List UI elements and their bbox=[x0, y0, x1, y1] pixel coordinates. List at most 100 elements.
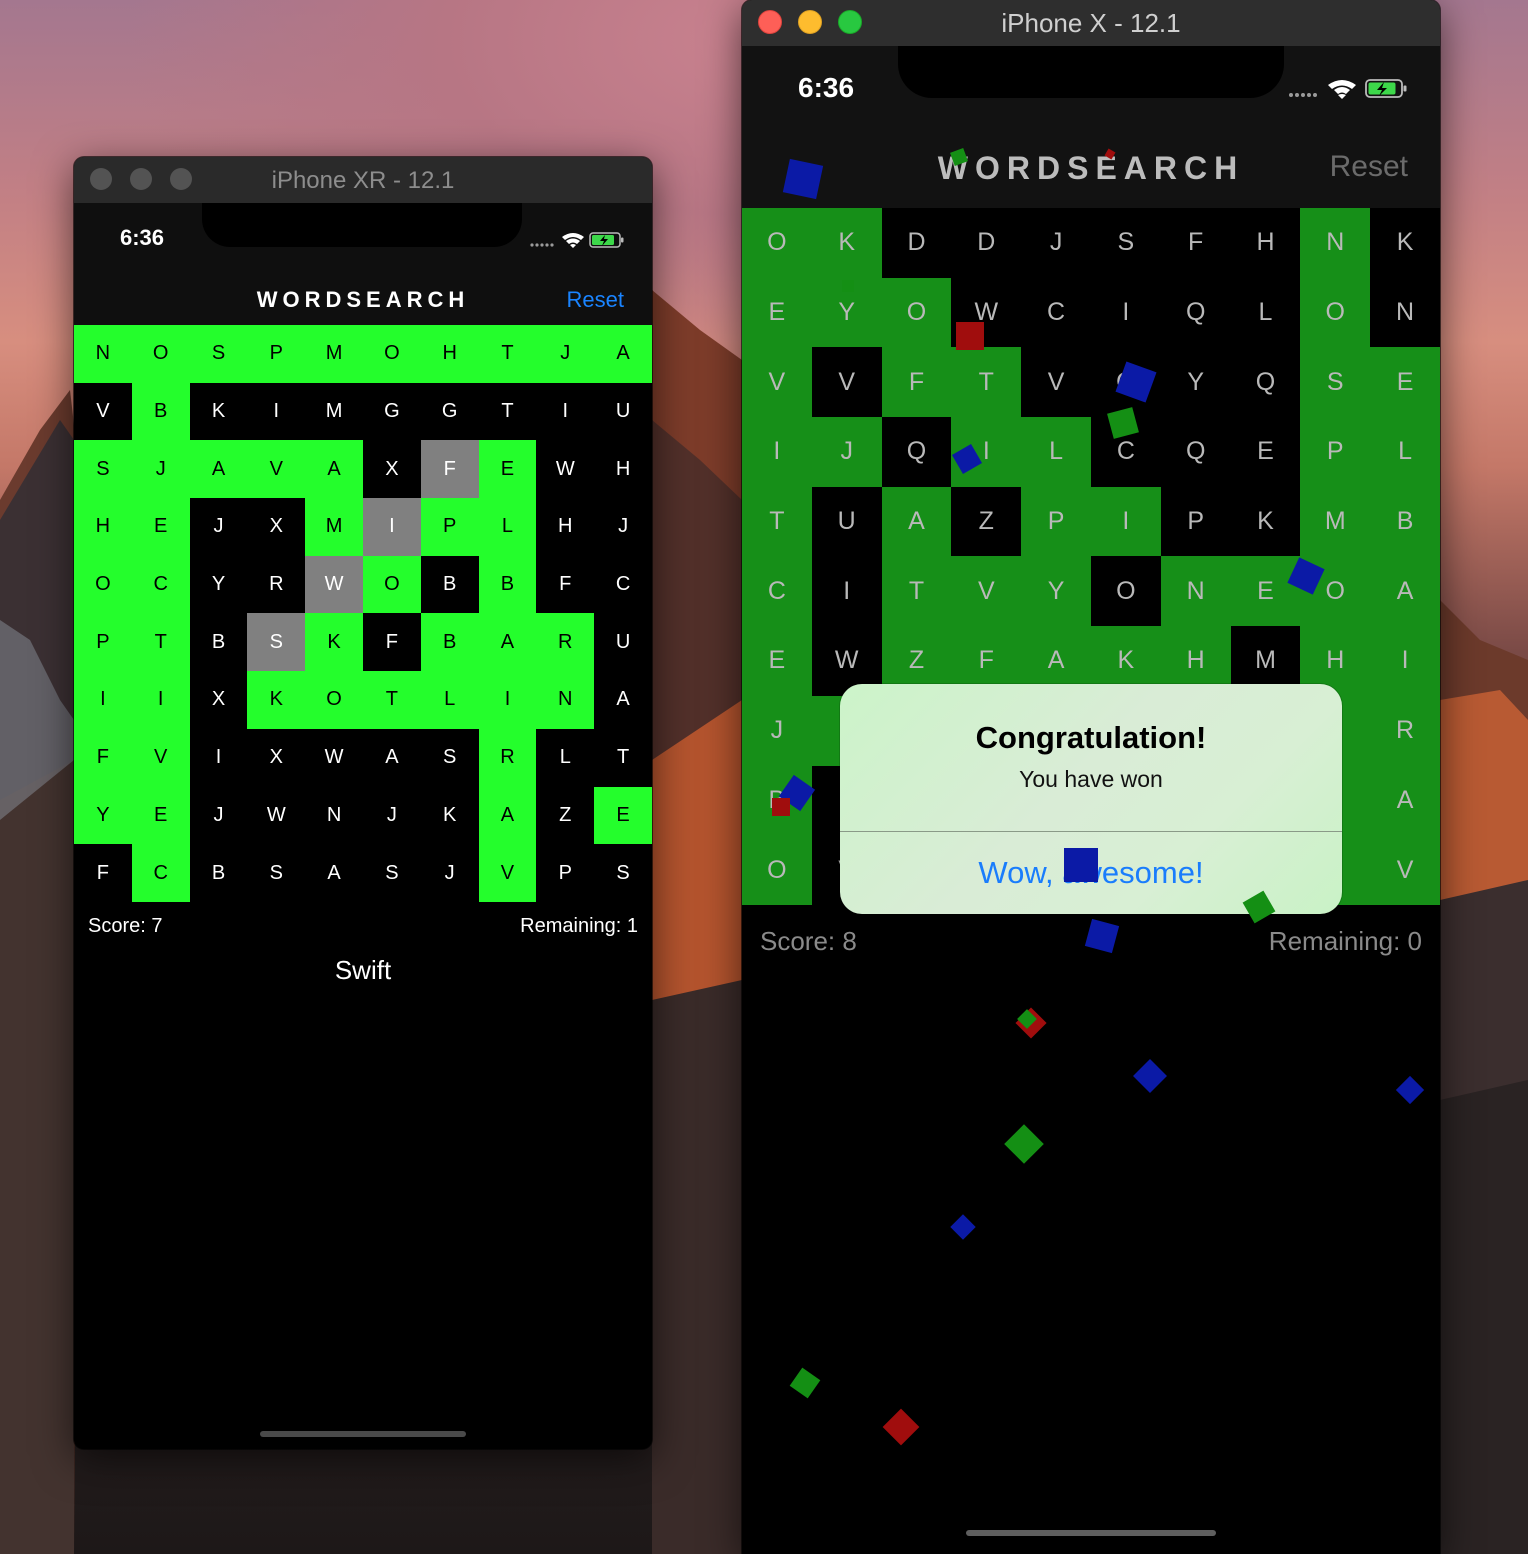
grid-cell[interactable]: E bbox=[1230, 556, 1301, 627]
grid-cell[interactable]: B bbox=[478, 555, 537, 614]
grid-cell[interactable]: I bbox=[1090, 277, 1161, 348]
grid-cell[interactable]: M bbox=[1300, 486, 1371, 557]
grid-cell[interactable]: Y bbox=[189, 555, 248, 614]
grid-cell[interactable]: B bbox=[420, 555, 479, 614]
grid-cell[interactable]: S bbox=[420, 728, 479, 787]
grid-cell[interactable]: F bbox=[881, 347, 952, 418]
grid-cell[interactable]: B bbox=[1370, 486, 1440, 557]
grid-cell[interactable]: S bbox=[594, 844, 652, 902]
grid-cell[interactable]: T bbox=[478, 382, 537, 441]
grid-cell[interactable]: C bbox=[1021, 277, 1091, 348]
grid-cell[interactable]: B bbox=[189, 844, 248, 902]
grid-cell[interactable]: T bbox=[362, 671, 421, 729]
grid-cell[interactable]: R bbox=[1370, 695, 1440, 766]
home-indicator[interactable] bbox=[260, 1431, 466, 1437]
grid-cell[interactable]: T bbox=[594, 728, 652, 787]
grid-cell[interactable]: H bbox=[1230, 208, 1301, 278]
grid-cell[interactable]: N bbox=[74, 325, 132, 383]
grid-cell[interactable]: V bbox=[951, 556, 1022, 627]
grid-cell[interactable]: E bbox=[594, 786, 652, 845]
grid-cell[interactable]: K bbox=[1370, 208, 1440, 278]
grid-cell[interactable]: C bbox=[594, 555, 652, 614]
grid-cell[interactable]: X bbox=[362, 440, 421, 499]
grid-cell[interactable]: K bbox=[420, 786, 479, 845]
grid-cell[interactable]: I bbox=[247, 382, 306, 441]
grid-cell[interactable]: I bbox=[189, 728, 248, 787]
grid-cell[interactable]: F bbox=[74, 844, 132, 902]
grid-cell[interactable]: D bbox=[951, 208, 1022, 278]
grid-cell[interactable]: S bbox=[247, 613, 306, 672]
grid-cell[interactable]: Q bbox=[1160, 417, 1231, 487]
grid-cell[interactable]: L bbox=[1370, 417, 1440, 487]
grid-cell[interactable]: E bbox=[131, 786, 190, 845]
grid-cell[interactable]: S bbox=[1090, 208, 1161, 278]
grid-cell[interactable]: V bbox=[131, 728, 190, 787]
grid-cell[interactable]: O bbox=[881, 277, 952, 348]
grid-cell[interactable]: V bbox=[1370, 835, 1440, 905]
grid-cell[interactable]: F bbox=[536, 555, 595, 614]
grid-cell[interactable]: A bbox=[305, 440, 363, 499]
grid-cell[interactable]: P bbox=[536, 844, 595, 902]
grid-cell[interactable]: L bbox=[1021, 417, 1091, 487]
grid-cell[interactable]: K bbox=[811, 208, 882, 278]
home-indicator[interactable] bbox=[966, 1530, 1216, 1536]
grid-cell[interactable]: J bbox=[1021, 208, 1091, 278]
grid-cell[interactable]: Z bbox=[536, 786, 595, 845]
grid-cell[interactable]: K bbox=[247, 671, 306, 729]
grid-cell[interactable]: H bbox=[594, 440, 652, 499]
grid-cell[interactable]: N bbox=[1160, 556, 1231, 627]
grid-cell[interactable]: P bbox=[74, 613, 132, 672]
grid-cell[interactable]: V bbox=[1021, 347, 1091, 418]
grid-cell[interactable]: K bbox=[305, 613, 363, 672]
grid-cell[interactable]: S bbox=[189, 325, 248, 383]
grid-cell[interactable]: L bbox=[420, 671, 479, 729]
grid-cell[interactable]: L bbox=[478, 498, 537, 556]
grid-cell[interactable]: C bbox=[742, 556, 812, 627]
grid-cell[interactable]: Q bbox=[1230, 347, 1301, 418]
grid-cell[interactable]: I bbox=[536, 382, 595, 441]
grid-cell[interactable]: I bbox=[1370, 626, 1440, 696]
grid-cell[interactable]: O bbox=[362, 325, 421, 383]
grid-cell[interactable]: X bbox=[189, 671, 248, 729]
grid-cell[interactable]: Y bbox=[1021, 556, 1091, 627]
grid-cell[interactable]: O bbox=[742, 208, 812, 278]
grid-cell[interactable]: R bbox=[247, 555, 306, 614]
grid-cell[interactable]: H bbox=[420, 325, 479, 383]
grid-cell[interactable]: A bbox=[189, 440, 248, 499]
grid-cell[interactable]: P bbox=[1021, 486, 1091, 557]
grid-cell[interactable]: J bbox=[420, 844, 479, 902]
grid-cell[interactable]: J bbox=[536, 325, 595, 383]
grid-cell[interactable]: J bbox=[362, 786, 421, 845]
grid-cell[interactable]: H bbox=[74, 498, 132, 556]
grid-cell[interactable]: S bbox=[247, 844, 306, 902]
grid-cell[interactable]: G bbox=[420, 382, 479, 441]
grid-cell[interactable]: E bbox=[478, 440, 537, 499]
grid-cell[interactable]: R bbox=[536, 613, 595, 672]
grid-cell[interactable]: X bbox=[247, 728, 306, 787]
grid-cell[interactable]: P bbox=[1300, 417, 1371, 487]
grid-cell[interactable]: O bbox=[1300, 277, 1371, 348]
grid-cell[interactable]: J bbox=[742, 695, 812, 766]
grid-cell[interactable]: T bbox=[881, 556, 952, 627]
grid-cell[interactable]: A bbox=[478, 786, 537, 845]
grid-cell[interactable]: P bbox=[1160, 486, 1231, 557]
grid-cell[interactable]: A bbox=[1370, 765, 1440, 836]
grid-cell[interactable]: A bbox=[881, 486, 952, 557]
grid-cell[interactable]: N bbox=[1370, 277, 1440, 348]
grid-cell[interactable]: G bbox=[362, 382, 421, 441]
grid-cell[interactable]: A bbox=[1370, 556, 1440, 627]
grid-cell[interactable]: J bbox=[189, 786, 248, 845]
grid-cell[interactable]: L bbox=[1230, 277, 1301, 348]
reset-button[interactable]: Reset bbox=[1330, 150, 1408, 184]
grid-cell[interactable]: V bbox=[74, 382, 132, 441]
grid-cell[interactable]: T bbox=[478, 325, 537, 383]
grid-cell[interactable]: E bbox=[742, 277, 812, 348]
grid-cell[interactable]: S bbox=[1300, 347, 1371, 418]
grid-cell[interactable]: T bbox=[951, 347, 1022, 418]
grid-cell[interactable]: J bbox=[811, 417, 882, 487]
grid-cell[interactable]: Q bbox=[881, 417, 952, 487]
grid-cell[interactable]: I bbox=[74, 671, 132, 729]
grid-cell[interactable]: E bbox=[131, 498, 190, 556]
grid-cell[interactable]: P bbox=[247, 325, 306, 383]
grid-cell[interactable]: B bbox=[420, 613, 479, 672]
